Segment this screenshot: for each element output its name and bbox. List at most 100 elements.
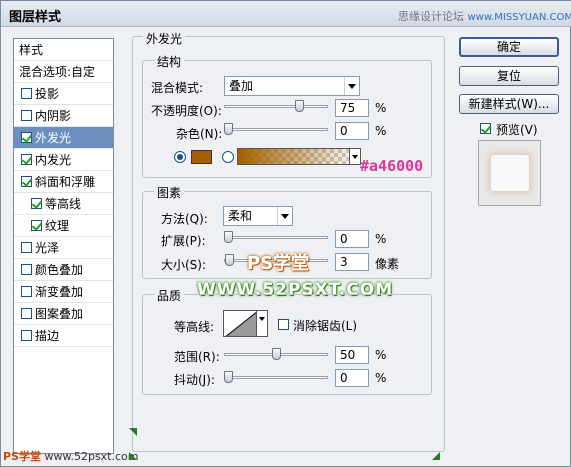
style-item-label: 内发光 [35,153,72,167]
style-item-label: 等高线 [45,197,82,211]
glow-gradient-picker[interactable] [237,148,360,165]
chevron-down-icon [277,207,292,225]
style-item-contour[interactable]: 等高线 [14,193,113,215]
new-style-button[interactable]: 新建样式(W)... [459,94,559,114]
color-hex-annotation: #a46000 [360,157,424,175]
bevel-emboss-checkbox[interactable] [21,176,32,187]
style-item-outer-glow[interactable]: 外发光 [14,127,113,149]
glow-color-swatch[interactable] [191,150,212,164]
anti-alias-label: 消除锯齿(L) [293,319,358,333]
ok-button[interactable]: 确定 [459,37,559,57]
layer-style-dialog: 图层样式 思缘设计论坛 www.MISSYUAN.COM 样式 混合选项:自定 … [0,0,571,467]
opacity-label: 不透明度(O): [151,104,222,118]
pattern-overlay-checkbox[interactable] [21,308,32,319]
range-input[interactable]: 50 [335,346,369,364]
percent-sign: % [375,124,387,138]
jitter-label: 抖动(J): [174,373,215,387]
solid-color-radio[interactable] [174,151,186,163]
technique-label: 方法(Q): [161,212,208,226]
percent-sign: % [375,101,387,115]
slider-thumb[interactable] [295,100,304,112]
gradient-radio[interactable] [222,151,234,163]
style-item-blending-options[interactable]: 混合选项:自定 [14,61,113,83]
structure-title: 结构 [154,53,185,70]
stroke-checkbox[interactable] [21,330,32,341]
bottom-url: www.52psxt.com [44,450,139,463]
slider-thumb[interactable] [272,348,281,360]
inner-shadow-checkbox[interactable] [21,110,32,121]
satin-checkbox[interactable] [21,242,32,253]
spread-input[interactable]: 0 [335,230,369,248]
contour-picker[interactable] [223,310,257,337]
noise-input[interactable]: 0 [335,122,369,140]
title-bar[interactable]: 图层样式 思缘设计论坛 www.MISSYUAN.COM [1,1,571,27]
style-item-label: 描边 [35,329,60,343]
chevron-down-icon[interactable] [256,310,268,337]
styles-list: 样式 混合选项:自定 投影 内阴影 外发光 内发光 斜面和浮雕 等高线 纹理 光… [13,38,114,454]
style-item-label: 纹理 [45,219,70,233]
gradient-overlay-checkbox[interactable] [21,286,32,297]
contour-checkbox[interactable] [31,198,42,209]
style-item-inner-shadow[interactable]: 内阴影 [14,105,113,127]
style-item-bevel-emboss[interactable]: 斜面和浮雕 [14,171,113,193]
style-item-inner-glow[interactable]: 内发光 [14,149,113,171]
texture-checkbox[interactable] [31,220,42,231]
size-label: 大小(S): [161,258,207,272]
range-label: 范围(R): [174,350,220,364]
dialog-title: 图层样式 [9,10,62,25]
reset-button[interactable]: 复位 [459,66,559,86]
inner-glow-checkbox[interactable] [21,154,32,165]
blend-mode-label: 混合模式: [151,81,204,95]
percent-sign: % [375,371,387,385]
anti-alias-checkbox[interactable] [278,319,289,330]
style-item-satin[interactable]: 光泽 [14,237,113,259]
quality-title: 品质 [154,287,185,304]
forum-watermark: 思缘设计论坛 www.MISSYUAN.COM [398,8,571,24]
size-input[interactable]: 3 [335,253,369,271]
range-slider[interactable] [224,348,328,360]
preview-checkbox[interactable] [480,123,491,134]
percent-sign: % [375,348,387,362]
color-overlay-checkbox[interactable] [21,264,32,275]
style-item-label: 投影 [35,87,60,101]
opacity-slider[interactable] [224,100,328,112]
style-item-pattern-overlay[interactable]: 图案叠加 [14,303,113,325]
forum-watermark-name: 思缘设计论坛 [398,10,464,23]
blend-mode-select[interactable]: 叠加 [224,76,360,96]
outer-glow-section-title: 外发光 [143,30,186,47]
spread-slider[interactable] [224,231,328,243]
preview-swatch [491,155,529,191]
style-item-stroke[interactable]: 描边 [14,325,113,347]
slider-track [224,128,328,131]
jitter-slider[interactable] [224,371,328,383]
opacity-input[interactable]: 75 [335,99,369,117]
resize-grip-icon [129,428,137,436]
slider-thumb[interactable] [224,123,233,135]
styles-header[interactable]: 样式 [14,39,113,61]
noise-label: 杂色(N): [176,127,223,141]
technique-select[interactable]: 柔和 [223,206,293,226]
style-item-label: 图案叠加 [35,307,84,321]
style-item-texture[interactable]: 纹理 [14,215,113,237]
jitter-input[interactable]: 0 [335,369,369,387]
style-preview-thumbnail [478,140,541,206]
style-item-label: 混合选项:自定 [19,65,96,79]
slider-track [224,376,328,379]
bottom-brand: PS学堂 [3,450,41,463]
outer-glow-checkbox[interactable] [21,132,32,143]
style-item-label: 颜色叠加 [35,263,84,277]
style-item-color-overlay[interactable]: 颜色叠加 [14,259,113,281]
percent-sign: % [375,232,387,246]
slider-thumb[interactable] [224,231,233,243]
blend-mode-value: 叠加 [229,79,254,93]
contour-curve-icon [225,311,256,336]
elements-title: 图素 [154,184,185,201]
slider-thumb[interactable] [225,254,234,266]
slider-track [224,236,328,239]
drop-shadow-checkbox[interactable] [21,88,32,99]
style-item-drop-shadow[interactable]: 投影 [14,83,113,105]
style-item-gradient-overlay[interactable]: 渐变叠加 [14,281,113,303]
noise-slider[interactable] [224,123,328,135]
bottom-watermark: PS学堂 www.52psxt.com [3,448,138,464]
slider-thumb[interactable] [224,371,233,383]
